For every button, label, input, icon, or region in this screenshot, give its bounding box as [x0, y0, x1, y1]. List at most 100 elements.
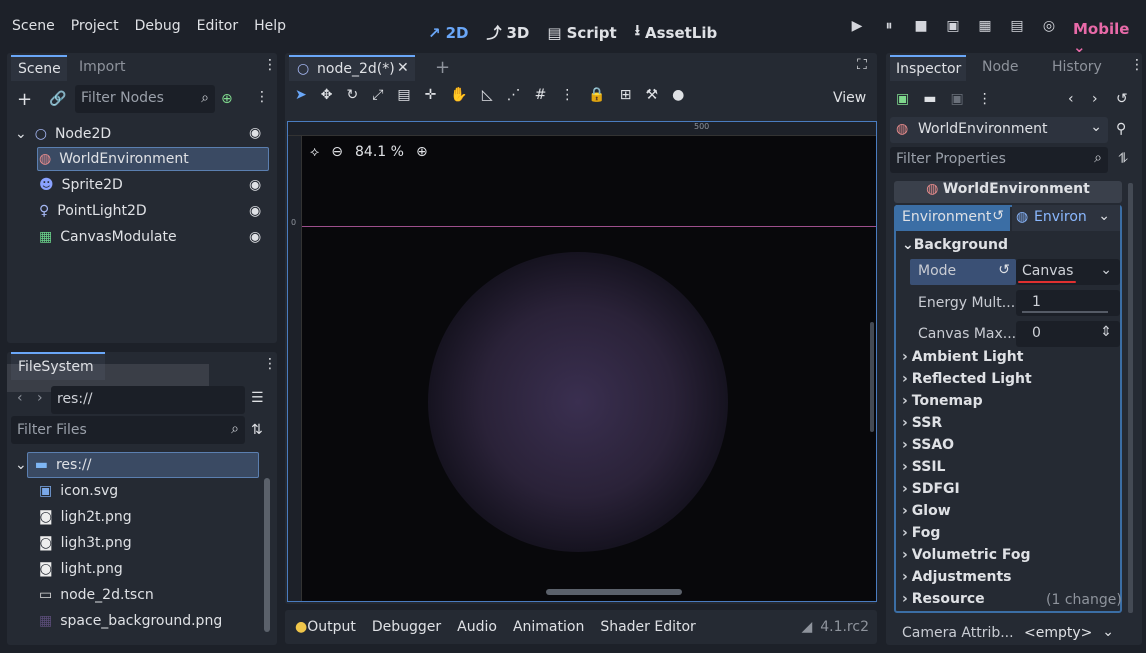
file-ligh3t[interactable]: ◙ ligh3t.png	[39, 532, 132, 554]
smart-snap-icon[interactable]: ⋰	[507, 87, 521, 103]
forward-icon[interactable]: ›	[37, 390, 43, 406]
path-field[interactable]: res://	[51, 386, 245, 414]
file-icon-svg[interactable]: ▣ icon.svg	[39, 480, 118, 502]
menu-project[interactable]: Project	[71, 18, 119, 34]
save-icon[interactable]: ▣	[950, 91, 963, 107]
workspace-2d[interactable]: ↗ 2D	[428, 20, 468, 45]
kebab-icon[interactable]: ⋮	[1130, 57, 1144, 73]
energy-multiplier-slider[interactable]: 1	[1016, 290, 1120, 316]
ruler-tool-icon[interactable]: ◺	[482, 87, 493, 103]
instance-scene-icon[interactable]: ⊕	[221, 91, 233, 107]
section-glow[interactable]: Glow	[902, 503, 951, 519]
spinner-icon[interactable]: ⇕	[1100, 324, 1112, 340]
environment-resource-picker[interactable]: ◍ Environ ⌄	[1012, 205, 1120, 231]
filter-files-input[interactable]: Filter Files ⌕	[11, 416, 245, 444]
visibility-icon[interactable]: ◉	[249, 177, 261, 193]
canvas-max-layer-spinbox[interactable]: 0 ⇕	[1016, 321, 1120, 347]
object-selector[interactable]: ◍ WorldEnvironment ⌄	[890, 117, 1108, 143]
tree-row-canvasmodulate[interactable]: ▦ CanvasModulate	[39, 226, 177, 248]
menu-editor[interactable]: Editor	[197, 18, 238, 34]
add-node-icon[interactable]: +	[17, 89, 32, 110]
zoom-out-icon[interactable]: ⊖	[331, 144, 343, 160]
new-resource-icon[interactable]: ▣	[896, 91, 909, 107]
tab-animation[interactable]: Animation	[513, 619, 584, 635]
kebab-icon[interactable]: ⋮	[263, 57, 277, 73]
revert-icon[interactable]: ↺	[998, 262, 1010, 278]
tab-node2d[interactable]: ○ node_2d(*) ✕	[289, 55, 415, 81]
section-adjustments[interactable]: Adjustments	[902, 569, 1012, 585]
list-select-icon[interactable]: ▤	[397, 87, 410, 103]
tree-row-node2d[interactable]: ⌄ ○ Node2D	[15, 123, 111, 145]
move-tool-icon[interactable]: ✥	[321, 87, 333, 103]
object-properties-icon[interactable]: ⚲	[1116, 121, 1126, 137]
close-icon[interactable]: ✕	[397, 60, 409, 76]
tab-scene[interactable]: Scene	[11, 55, 67, 81]
workspace-script[interactable]: ▤ Script	[547, 20, 616, 45]
renderer-select[interactable]: Mobile ⌄	[1073, 20, 1146, 56]
select-tool-icon[interactable]: ➤	[295, 87, 307, 103]
sort-icon[interactable]: ⇅	[251, 422, 263, 438]
section-sdfgi[interactable]: SDFGI	[902, 481, 960, 497]
visibility-icon[interactable]: ◉	[249, 229, 261, 245]
back-icon[interactable]: ‹	[1068, 91, 1074, 107]
pivot-tool-icon[interactable]: ✛	[425, 87, 437, 103]
kebab-icon[interactable]: ⋮	[255, 89, 269, 105]
zoom-level[interactable]: 84.1 %	[355, 144, 404, 160]
layout-toggle-icon[interactable]: ☰	[251, 390, 264, 406]
section-background[interactable]: ⌄Background	[902, 237, 1008, 253]
tree-row-sprite2d[interactable]: ☻ Sprite2D	[39, 174, 123, 196]
file-ligh2t[interactable]: ◙ ligh2t.png	[39, 506, 132, 528]
kebab-icon[interactable]: ⋮	[263, 356, 277, 372]
filter-properties-input[interactable]: Filter Properties ⌕	[890, 147, 1108, 173]
tab-import[interactable]: Import	[79, 59, 125, 75]
remote-debug-icon[interactable]: ▣	[942, 18, 964, 34]
workspace-assetlib[interactable]: ⭳ AssetLib	[635, 20, 718, 45]
grid-snap-icon[interactable]: #	[535, 87, 547, 103]
play-custom-scene-icon[interactable]: ▤	[1006, 18, 1028, 34]
vertical-scrollbar[interactable]	[870, 322, 874, 432]
file-node2d-tscn[interactable]: ▭ node_2d.tscn	[39, 584, 154, 606]
visibility-icon[interactable]: ◉	[249, 125, 261, 141]
camera-override-icon[interactable]: ●	[672, 87, 684, 103]
open-folder-icon[interactable]: ▬	[923, 91, 936, 107]
section-fog[interactable]: Fog	[902, 525, 941, 541]
tab-node[interactable]: Node	[982, 59, 1019, 75]
scrollbar[interactable]	[264, 478, 270, 632]
section-resource[interactable]: Resource	[902, 591, 985, 607]
camera-attributes-picker[interactable]: <empty> ⌄	[1018, 621, 1122, 645]
section-ssr[interactable]: SSR	[902, 415, 942, 431]
bone-icon[interactable]: ⚒	[646, 87, 659, 103]
visibility-icon[interactable]: ◉	[249, 203, 261, 219]
workspace-3d[interactable]: ⤴ 3D	[486, 20, 529, 45]
stop-icon[interactable]: ■	[910, 18, 932, 34]
kebab-icon[interactable]: ⋮	[978, 91, 992, 107]
pause-icon[interactable]: ⏸	[878, 18, 900, 34]
section-ssao[interactable]: SSAO	[902, 437, 954, 453]
menu-help[interactable]: Help	[254, 18, 286, 34]
property-filter-icon[interactable]: ⥮	[1118, 151, 1128, 167]
group-icon[interactable]: ⊞	[620, 87, 632, 103]
forward-icon[interactable]: ›	[1092, 91, 1098, 107]
view-menu[interactable]: View	[833, 90, 866, 106]
section-ambient-light[interactable]: Ambient Light	[902, 349, 1024, 365]
add-tab-icon[interactable]: +	[435, 57, 450, 78]
tree-row-pointlight2d[interactable]: ♀ PointLight2D	[39, 200, 147, 222]
lock-icon[interactable]: 🔒	[588, 87, 605, 103]
mode-select[interactable]: Canvas ⌄	[1016, 259, 1120, 285]
play-scene-icon[interactable]: ▦	[974, 18, 996, 34]
horizontal-scrollbar[interactable]	[546, 589, 682, 595]
movie-maker-icon[interactable]: ◎	[1038, 18, 1060, 34]
section-ssil[interactable]: SSIL	[902, 459, 946, 475]
tab-output[interactable]: ●Output	[295, 619, 356, 635]
center-view-icon[interactable]: ⟡	[310, 144, 319, 160]
menu-debug[interactable]: Debug	[135, 18, 181, 34]
file-space-background[interactable]: ▦ space_background.png	[39, 610, 222, 632]
scale-tool-icon[interactable]: ⤢	[372, 87, 383, 103]
canvas-viewport[interactable]: 500 0 ⟡ ⊖ 84.1 % ⊕	[287, 121, 877, 602]
tab-debugger[interactable]: Debugger	[372, 619, 441, 635]
filter-nodes-input[interactable]: Filter Nodes ⌕	[75, 85, 215, 113]
tab-history[interactable]: History	[1052, 59, 1102, 75]
zoom-in-icon[interactable]: ⊕	[416, 144, 428, 160]
tab-audio[interactable]: Audio	[457, 619, 497, 635]
history-icon[interactable]: ↺	[1116, 91, 1128, 107]
